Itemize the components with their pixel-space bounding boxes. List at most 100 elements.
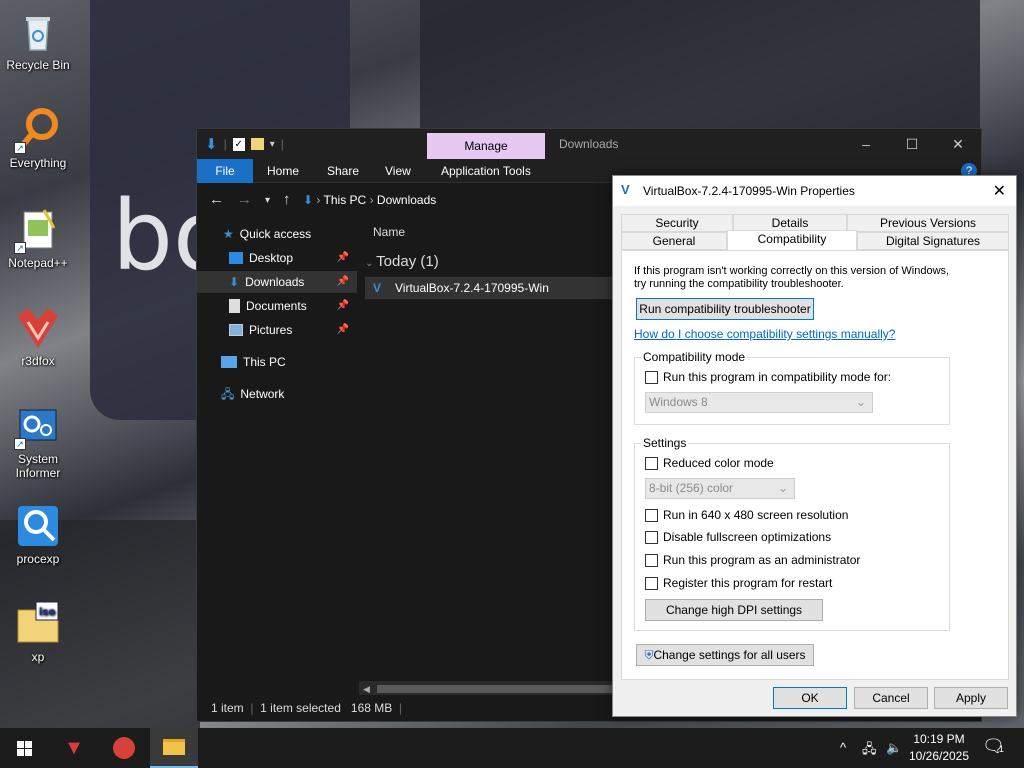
up-arrow-icon[interactable]: ↑ xyxy=(283,191,291,208)
group-header[interactable]: ⌄ Today (1) xyxy=(365,253,439,270)
run-troubleshooter-button[interactable]: Run compatibility troubleshooter xyxy=(636,298,814,320)
maximize-icon[interactable]: ☐ xyxy=(889,129,935,159)
breadcrumb-downloads[interactable]: Downloads xyxy=(377,193,436,207)
explorer-titlebar[interactable]: ⬇ | ✓ ▾ | Manage Downloads – ☐ ✕ xyxy=(197,129,981,159)
tab-previous-versions[interactable]: Previous Versions xyxy=(847,214,1009,232)
forward-arrow-icon[interactable]: → xyxy=(237,191,252,208)
checkbox-box[interactable] xyxy=(645,508,658,522)
customize-qat-icon[interactable]: ▾ xyxy=(270,139,275,150)
address-bar[interactable]: ⬇ › This PC › Downloads xyxy=(303,188,623,212)
notification-center-icon[interactable]: 🗨1 xyxy=(982,736,1005,757)
chevron-up-icon[interactable]: ^ xyxy=(840,740,846,755)
checkbox-box[interactable] xyxy=(645,456,658,470)
notification-count: 1 xyxy=(998,744,1004,754)
column-header-name[interactable]: Name xyxy=(373,225,405,239)
nav-quick-access[interactable]: ★ Quick access xyxy=(223,223,311,245)
clock[interactable]: 10:19 PM 10/26/2025 xyxy=(906,731,972,765)
tab-compatibility[interactable]: Compatibility xyxy=(727,230,857,250)
desktop-icon-procexp[interactable]: procexp xyxy=(0,502,76,566)
ribbon-tab-view[interactable]: View xyxy=(385,159,411,183)
network-tray-icon[interactable]: 🖧 xyxy=(862,740,877,762)
nav-label: Pictures xyxy=(249,323,293,337)
desktop-icon-label: Notepad++ xyxy=(8,256,68,270)
nav-item-desktop[interactable]: Desktop 📌 xyxy=(197,247,357,269)
scrollbar-thumb[interactable] xyxy=(377,685,613,693)
star-icon: ★ xyxy=(223,227,234,241)
properties-check-icon[interactable]: ✓ xyxy=(232,137,245,151)
virtualbox-file-icon: V xyxy=(373,281,382,295)
breadcrumb-this-pc[interactable]: This PC xyxy=(324,193,367,207)
checkbox-box[interactable] xyxy=(645,576,658,590)
pin-icon[interactable]: 📌 xyxy=(337,319,349,341)
desktop-icon-notepad-plus[interactable]: ↗ Notepad++ xyxy=(0,206,76,270)
nav-item-pictures[interactable]: Pictures 📌 xyxy=(197,319,357,341)
pin-icon[interactable]: 📌 xyxy=(337,271,349,293)
tab-general[interactable]: General xyxy=(621,232,727,250)
ribbon-tab-application-tools[interactable]: Application Tools xyxy=(441,159,531,183)
ribbon-tab-share[interactable]: Share xyxy=(327,159,359,183)
nav-network[interactable]: 🖧 Network xyxy=(221,383,284,405)
recent-locations-chevron-icon[interactable]: ▾ xyxy=(265,195,270,206)
new-folder-icon[interactable] xyxy=(250,138,264,150)
clock-date: 10/26/2025 xyxy=(908,749,970,763)
file-row[interactable]: V VirtualBox-7.2.4-170995-Win xyxy=(365,277,619,299)
minimize-icon[interactable]: – xyxy=(843,129,889,159)
nav-item-downloads[interactable]: ⬇ Downloads 📌 xyxy=(197,271,357,293)
taskbar-r3dfox[interactable]: ▼ xyxy=(50,728,98,768)
nav-this-pc[interactable]: This PC xyxy=(221,351,286,373)
checkbox-label: Run this program in compatibility mode f… xyxy=(663,370,892,384)
intro-line: If this program isn't working correctly … xyxy=(634,265,950,277)
desktop-icon-label: procexp xyxy=(16,552,60,566)
pin-icon[interactable]: 📌 xyxy=(337,247,349,269)
close-icon[interactable]: ✕ xyxy=(993,181,1006,201)
desktop-icon-xp[interactable]: iso xp xyxy=(0,600,76,664)
pin-icon[interactable]: 📌 xyxy=(337,295,349,317)
nav-label: Downloads xyxy=(245,275,305,289)
taskbar-app-red[interactable] xyxy=(100,728,148,768)
ribbon-tab-home[interactable]: Home xyxy=(267,159,299,183)
nav-label: Quick access xyxy=(239,227,312,241)
volume-muted-icon[interactable]: 🔈 xyxy=(886,740,902,756)
checkbox-label: Run in 640 x 480 screen resolution xyxy=(663,508,849,522)
disable-fullscreen-checkbox[interactable]: Disable fullscreen optimizations xyxy=(645,530,831,544)
desktop-icon-r3dfox[interactable]: r3dfox xyxy=(0,304,76,368)
start-button[interactable] xyxy=(0,728,48,768)
window-controls: – ☐ ✕ xyxy=(843,129,981,159)
desktop-icon-system-informer[interactable]: ↗ System Informer xyxy=(0,402,76,480)
tab-security[interactable]: Security xyxy=(621,214,733,232)
taskbar-file-explorer[interactable] xyxy=(150,728,198,768)
download-arrow-icon[interactable]: ⬇ xyxy=(205,135,218,153)
manage-tab[interactable]: Manage xyxy=(427,133,545,159)
os-select[interactable]: Windows 8 ⌄ xyxy=(645,392,873,413)
checkbox-box[interactable] xyxy=(645,370,658,384)
help-link[interactable]: How do I choose compatibility settings m… xyxy=(634,327,895,341)
nav-item-documents[interactable]: Documents 📌 xyxy=(197,295,357,317)
tab-digital-signatures[interactable]: Digital Signatures xyxy=(857,232,1009,250)
run-640-checkbox[interactable]: Run in 640 x 480 screen resolution xyxy=(645,508,848,522)
reduced-color-checkbox[interactable]: Reduced color mode xyxy=(645,456,774,470)
pictures-icon xyxy=(229,324,243,336)
back-arrow-icon[interactable]: ← xyxy=(209,191,224,208)
status-item-count: 1 item xyxy=(211,701,244,715)
cancel-button[interactable]: Cancel xyxy=(854,687,928,709)
checkbox-box[interactable] xyxy=(645,553,658,567)
color-select[interactable]: 8-bit (256) color ⌄ xyxy=(645,478,795,499)
change-dpi-button[interactable]: Change high DPI settings xyxy=(645,599,823,621)
close-icon[interactable]: ✕ xyxy=(935,129,981,159)
checkbox-box[interactable] xyxy=(645,530,658,544)
ok-button[interactable]: OK xyxy=(773,687,847,709)
button-label: Change settings for all users xyxy=(653,648,806,662)
desktop-icon-recycle-bin[interactable]: Recycle Bin xyxy=(0,8,76,72)
shortcut-arrow-icon: ↗ xyxy=(14,242,26,254)
computer-icon xyxy=(221,356,237,368)
compat-mode-checkbox[interactable]: Run this program in compatibility mode f… xyxy=(645,370,891,384)
register-restart-checkbox[interactable]: Register this program for restart xyxy=(645,576,832,590)
change-all-users-button[interactable]: ⛨Change settings for all users xyxy=(636,644,814,666)
apply-button[interactable]: Apply xyxy=(934,687,1008,709)
recycle-bin-icon xyxy=(14,8,62,56)
dialog-titlebar[interactable]: V VirtualBox-7.2.4-170995-Win Properties… xyxy=(613,176,1016,206)
run-as-admin-checkbox[interactable]: Run this program as an administrator xyxy=(645,553,860,567)
desktop-icon-everything[interactable]: ↗ Everything xyxy=(0,106,76,170)
ribbon-tab-file[interactable]: File xyxy=(197,159,253,183)
windows-logo-icon xyxy=(16,740,32,756)
